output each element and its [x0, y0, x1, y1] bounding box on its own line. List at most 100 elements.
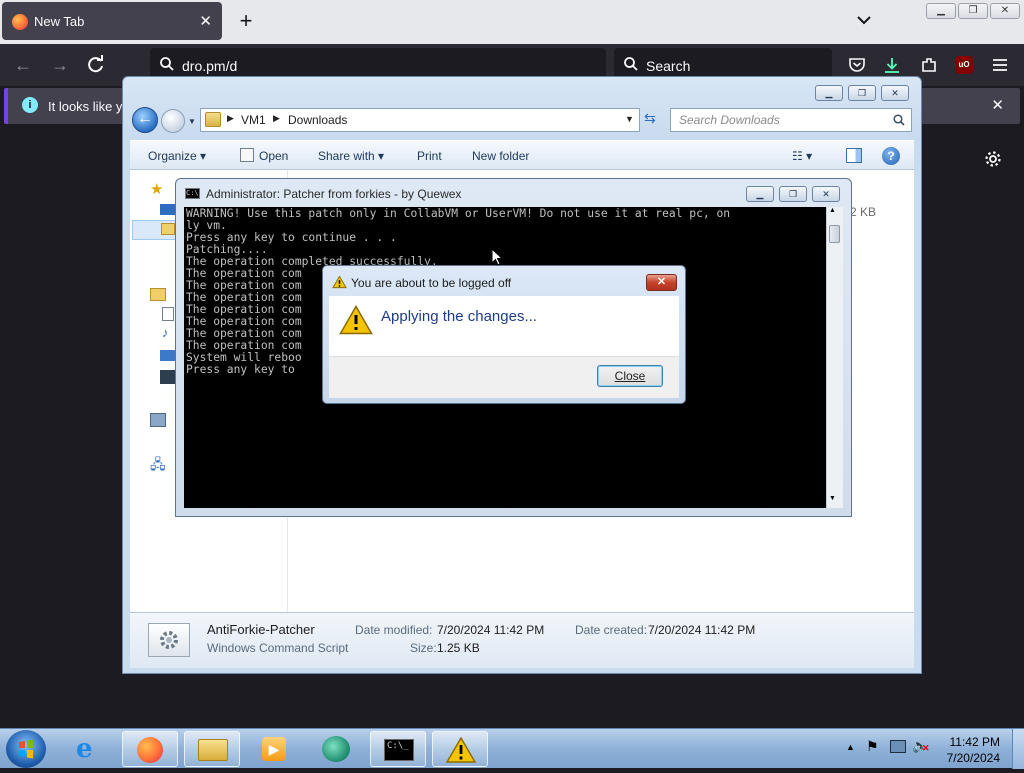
internet-explorer-taskbar-button[interactable]: e	[62, 731, 118, 767]
open-button[interactable]: Open	[259, 149, 288, 163]
details-file-type: Windows Command Script	[207, 641, 349, 655]
warning-dialog-taskbar-button[interactable]	[432, 731, 488, 767]
firefox-icon	[137, 737, 163, 763]
cmd-taskbar-button[interactable]: C:\_	[370, 731, 426, 767]
cmd-minimize-button[interactable]: ▁	[746, 186, 774, 202]
search-placeholder: Search Downloads	[679, 113, 780, 127]
browser-tab-bar: New Tab ✕ + ▁ ❐ ✕	[0, 0, 1024, 44]
recent-pages-chevron-icon[interactable]: ▼	[188, 117, 198, 127]
back-arrow-icon[interactable]: ←	[12, 54, 34, 76]
details-size-label: Size:	[410, 641, 437, 655]
app-taskbar-button[interactable]	[308, 731, 364, 767]
search-icon	[624, 57, 638, 71]
favorites-star-icon[interactable]: ★	[150, 180, 163, 198]
minimize-button[interactable]: ▁	[926, 3, 956, 19]
firefox-taskbar-button[interactable]	[122, 731, 178, 767]
media-player-taskbar-button[interactable]: ▶	[246, 731, 302, 767]
forward-button[interactable]	[161, 109, 185, 133]
scroll-thumb[interactable]	[829, 225, 840, 243]
dialog-footer: Close	[329, 356, 679, 398]
pocket-icon[interactable]	[848, 56, 866, 74]
logoff-dialog: You are about to be logged off ✕ Applyin…	[322, 265, 686, 404]
libraries-icon[interactable]	[150, 288, 166, 301]
help-icon[interactable]: ?	[882, 147, 900, 165]
explorer-close-button[interactable]: ✕	[881, 85, 909, 101]
address-bar[interactable]: ▶ VM1 ▶ Downloads ▼	[200, 108, 640, 132]
search-placeholder: Search	[646, 58, 691, 74]
system-clock[interactable]: 11:42 PM 7/20/2024	[936, 734, 1000, 766]
close-window-button[interactable]: ✕	[990, 3, 1020, 19]
restore-button[interactable]: ❐	[958, 3, 988, 19]
url-text: dro.pm/d	[182, 58, 238, 74]
download-icon[interactable]	[883, 56, 901, 74]
firefox-icon	[12, 14, 28, 30]
command-bar: Organize ▾ Open Share with ▾ Print New f…	[130, 140, 914, 170]
details-size-value: 1.25 KB	[437, 641, 480, 655]
show-desktop-button[interactable]	[1012, 729, 1024, 769]
ublock-icon[interactable]: uO	[955, 56, 973, 74]
pictures-icon[interactable]	[160, 350, 175, 361]
chevron-down-icon[interactable]	[856, 12, 872, 28]
search-icon	[160, 57, 174, 71]
explorer-taskbar-button[interactable]	[184, 731, 240, 767]
downloads-folder-icon	[161, 223, 175, 235]
action-center-flag-icon[interactable]: ⚑	[866, 738, 879, 755]
extensions-icon[interactable]	[920, 56, 938, 74]
music-icon[interactable]: ♪	[162, 325, 169, 340]
organize-button[interactable]: Organize ▾	[148, 149, 206, 163]
close-icon[interactable]: ✕	[991, 96, 1004, 114]
info-icon: i	[22, 97, 38, 113]
address-dropdown-icon[interactable]: ▼	[625, 114, 634, 124]
details-modified-value: 7/20/2024 11:42 PM	[437, 623, 545, 637]
back-button[interactable]: ←	[132, 107, 158, 133]
reload-icon[interactable]	[86, 55, 106, 75]
scroll-up-icon[interactable]: ▲	[829, 207, 836, 214]
breadcrumb-vm1[interactable]: VM1	[241, 113, 266, 127]
network-icon[interactable]	[890, 740, 906, 753]
taskbar: e ▶ C:\_ ▲ ⚑ 🔈 ✕	[0, 728, 1024, 769]
tab-new-tab[interactable]: New Tab ✕	[2, 2, 222, 40]
desktop-icon[interactable]	[160, 204, 176, 215]
console-scrollbar[interactable]: ▲ ▼	[826, 207, 843, 508]
explorer-minimize-button[interactable]: ▁	[815, 85, 843, 101]
cmd-close-button[interactable]: ✕	[812, 186, 840, 202]
details-modified-label: Date modified:	[355, 623, 433, 637]
cmd-icon: C:\	[185, 188, 200, 199]
explorer-maximize-button[interactable]: ❐	[848, 85, 876, 101]
cmd-maximize-button[interactable]: ❐	[779, 186, 807, 202]
dialog-body: Applying the changes...	[329, 296, 679, 356]
videos-icon[interactable]	[160, 370, 175, 384]
tab-title: New Tab	[34, 14, 85, 29]
print-button[interactable]: Print	[417, 149, 442, 163]
cmd-window-title: Administrator: Patcher from forkies - by…	[206, 187, 462, 201]
documents-icon[interactable]	[162, 307, 174, 321]
start-button[interactable]	[6, 730, 46, 768]
menu-icon[interactable]	[991, 56, 1009, 74]
muted-x-icon: ✕	[922, 743, 930, 753]
script-file-gear-icon	[148, 623, 190, 657]
show-hidden-icons-chevron[interactable]: ▲	[846, 742, 855, 752]
new-tab-button[interactable]: +	[236, 8, 256, 34]
media-player-icon: ▶	[262, 737, 286, 761]
breadcrumb-separator: ▶	[273, 113, 280, 123]
open-icon	[240, 148, 254, 162]
view-options-icon[interactable]: ☷ ▾	[792, 149, 812, 163]
folder-icon	[205, 112, 221, 127]
search-downloads-input[interactable]: Search Downloads	[670, 108, 912, 132]
clock-date: 7/20/2024	[946, 751, 1000, 765]
computer-icon[interactable]	[150, 413, 166, 427]
new-folder-button[interactable]: New folder	[472, 149, 529, 163]
refresh-icon[interactable]: ⇆	[644, 110, 662, 130]
close-button[interactable]: Close	[597, 365, 663, 387]
file-size-cell: 2 KB	[850, 205, 877, 219]
breadcrumb-downloads[interactable]: Downloads	[288, 113, 347, 127]
scroll-down-icon[interactable]: ▼	[829, 495, 836, 502]
forward-arrow-icon[interactable]: →	[49, 54, 71, 76]
preview-pane-icon[interactable]	[846, 148, 862, 163]
share-with-button[interactable]: Share with ▾	[318, 149, 384, 163]
network-icon[interactable]: 🖧	[150, 454, 166, 478]
dialog-message: Applying the changes...	[381, 308, 537, 325]
dialog-close-icon[interactable]: ✕	[646, 274, 677, 291]
tab-close-icon[interactable]: ✕	[199, 12, 212, 30]
gear-icon[interactable]	[984, 150, 1002, 168]
